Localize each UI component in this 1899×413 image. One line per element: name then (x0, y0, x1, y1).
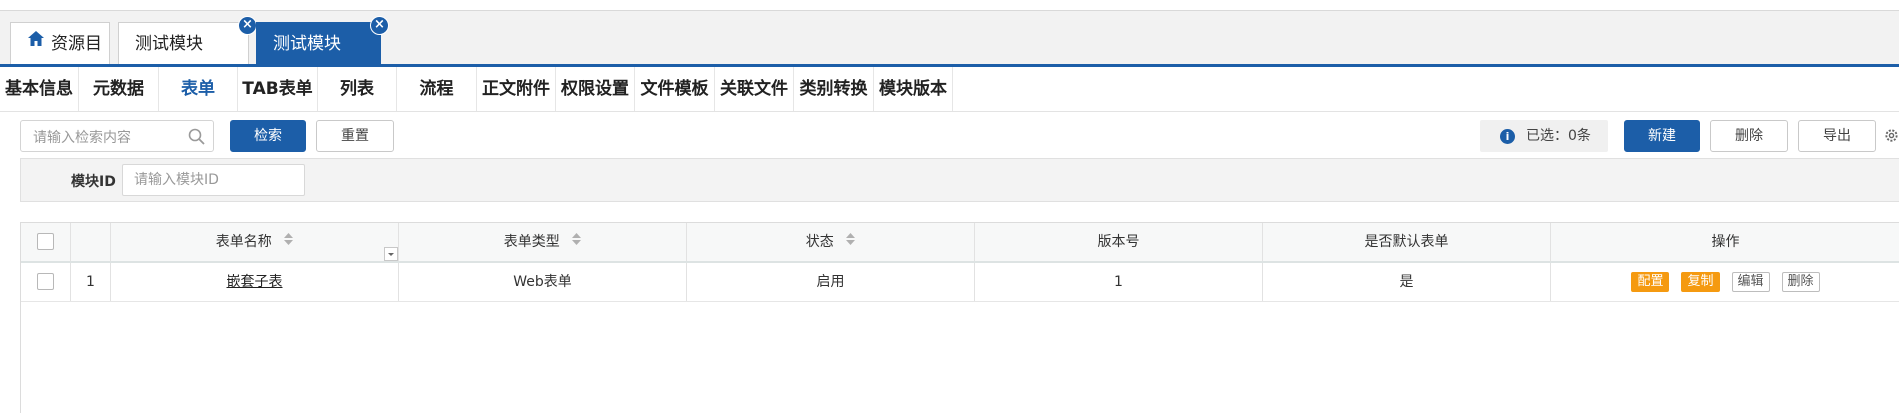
configure-button[interactable]: 配置 (1631, 272, 1670, 292)
export-button[interactable]: 导出 (1798, 120, 1876, 152)
column-dropdown-icon[interactable] (384, 247, 398, 261)
header-form-type[interactable]: 表单类型 (399, 223, 687, 261)
selected-count: i 已选：0条 (1480, 120, 1608, 152)
subnav-permissions[interactable]: 权限设置 (556, 67, 635, 111)
sort-icon[interactable] (572, 222, 582, 260)
header-form-type-label: 表单类型 (503, 234, 560, 250)
tab-resource-directory[interactable]: 资源目录 (10, 21, 110, 96)
header-actions: 操作 (1711, 234, 1740, 250)
search-box (20, 120, 214, 152)
row-form-name-cell: 嵌套子表 (111, 263, 399, 301)
header-form-name-label: 表单名称 (215, 234, 272, 250)
top-strip (0, 0, 1899, 11)
subnav-form[interactable]: 表单 (159, 67, 238, 111)
close-icon[interactable]: × (370, 16, 389, 35)
subnav-related-files[interactable]: 关联文件 (715, 67, 794, 111)
copy-button[interactable]: 复制 (1681, 272, 1720, 292)
selected-count-text: 已选：0条 (1526, 128, 1591, 144)
header-is-default: 是否默认表单 (1263, 223, 1551, 261)
window-tab-bar: 资源目录 测试模块030102 × 测试模块030101 × (0, 11, 1899, 96)
subnav-basic-info[interactable]: 基本信息 (0, 67, 79, 111)
module-id-field-box (122, 164, 305, 196)
info-icon: i (1500, 129, 1515, 144)
header-status-label: 状态 (805, 234, 834, 250)
subnav-list[interactable]: 列表 (318, 67, 397, 111)
subnav-body-attachment[interactable]: 正文附件 (477, 67, 556, 111)
module-id-input[interactable] (132, 171, 296, 189)
edit-button[interactable]: 编辑 (1731, 272, 1770, 292)
delete-button[interactable]: 删除 (1710, 120, 1788, 152)
module-id-label: 模块ID (71, 174, 116, 190)
search-button[interactable]: 检索 (230, 120, 306, 152)
row-status: 启用 (687, 263, 975, 301)
row-checkbox[interactable] (37, 272, 54, 290)
subnav-tab-form[interactable]: TAB表单 (238, 67, 318, 111)
row-index: 1 (71, 263, 111, 301)
tab-module-030101[interactable]: 测试模块030101 × (256, 16, 389, 96)
gear-icon[interactable] (1884, 128, 1899, 147)
header-form-name[interactable]: 表单名称 (111, 223, 399, 261)
header-status[interactable]: 状态 (687, 223, 975, 261)
home-icon (27, 21, 45, 63)
close-icon[interactable]: × (238, 16, 257, 35)
header-index-cell (71, 223, 111, 261)
select-all-checkbox[interactable] (37, 232, 54, 250)
row-actions-cell: 配置 复制 编辑 删除 (1551, 263, 1899, 301)
row-form-type: Web表单 (399, 263, 687, 301)
subnav-category-conversion[interactable]: 类别转换 (794, 67, 874, 111)
row-is-default: 是 (1263, 263, 1551, 301)
subnav-file-template[interactable]: 文件模板 (635, 67, 715, 111)
tab-module-030102[interactable]: 测试模块030102 × (118, 16, 257, 96)
subnav-workflow[interactable]: 流程 (397, 67, 477, 111)
subnav-metadata[interactable]: 元数据 (79, 67, 159, 111)
row-delete-button[interactable]: 删除 (1781, 272, 1820, 292)
module-subnav: 基本信息 元数据 表单 TAB表单 列表 流程 正文附件 权限设置 文件模板 关… (0, 67, 1899, 112)
reset-button[interactable]: 重置 (316, 120, 394, 152)
row-version: 1 (975, 263, 1263, 301)
table-header: 表单名称 表单类型 状态 版本号 是否默认表单 操作 (21, 223, 1899, 263)
header-version: 版本号 (975, 223, 1263, 261)
search-input[interactable] (31, 127, 185, 149)
row-select-cell (21, 263, 71, 301)
filter-bar: 模块ID (20, 158, 1899, 202)
form-table: 表单名称 表单类型 状态 版本号 是否默认表单 操作 1 嵌套子表 Web表单 … (20, 222, 1899, 413)
sort-icon[interactable] (284, 222, 294, 260)
toolbar: 检索 重置 i 已选：0条 新建 删除 导出 (0, 112, 1899, 160)
header-select-all-cell (21, 223, 71, 261)
search-icon[interactable] (188, 128, 205, 149)
new-button[interactable]: 新建 (1624, 120, 1700, 152)
sort-icon[interactable] (846, 222, 856, 260)
form-name-link[interactable]: 嵌套子表 (227, 274, 283, 290)
subnav-module-version[interactable]: 模块版本 (874, 67, 953, 111)
table-row: 1 嵌套子表 Web表单 启用 1 是 配置 复制 编辑 删除 (21, 263, 1899, 302)
